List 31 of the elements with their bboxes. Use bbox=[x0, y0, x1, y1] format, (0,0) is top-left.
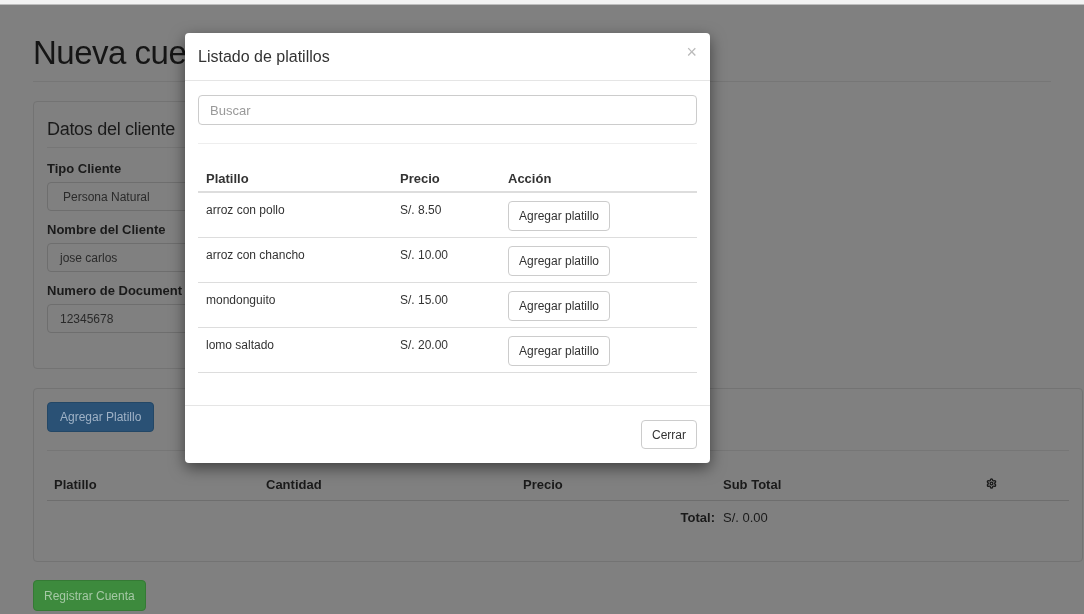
column-header: Sub Total bbox=[723, 476, 782, 492]
dish-price: S/. 15.00 bbox=[400, 293, 449, 307]
dish-name: arroz con pollo bbox=[206, 203, 285, 217]
add-dish-button[interactable]: Agregar platillo bbox=[508, 336, 611, 366]
close-dialog-button[interactable]: Cerrar bbox=[641, 420, 697, 449]
total-label: Total: bbox=[680, 509, 715, 528]
total-value: S/. 0.00 bbox=[723, 509, 768, 528]
field-label: Numero de Document bbox=[47, 282, 183, 299]
panel-title: Datos del cliente bbox=[47, 118, 175, 141]
add-dish-button[interactable]: Agregar platillo bbox=[508, 201, 611, 231]
column-header: Cantidad bbox=[266, 476, 322, 492]
column-header: Precio bbox=[400, 170, 440, 186]
search-field[interactable]: Buscar bbox=[198, 95, 697, 125]
modal-title: Listado de platillos bbox=[198, 46, 330, 67]
dish-price: S/. 8.50 bbox=[400, 203, 442, 217]
add-dish-button[interactable]: Agregar Platillo bbox=[47, 402, 155, 432]
field-label: Nombre del Cliente bbox=[47, 221, 166, 238]
dish-price: S/. 10.00 bbox=[400, 248, 449, 262]
column-header: Platillo bbox=[54, 476, 97, 492]
add-dish-button[interactable]: Agregar platillo bbox=[508, 291, 611, 321]
column-header: Acción bbox=[508, 170, 552, 186]
column-header: Platillo bbox=[206, 170, 249, 186]
dish-name: mondonguito bbox=[206, 293, 276, 307]
column-header: Precio bbox=[523, 476, 563, 492]
settings-icon[interactable] bbox=[986, 478, 997, 489]
dish-name: arroz con chancho bbox=[206, 248, 305, 262]
add-dish-button[interactable]: Agregar platillo bbox=[508, 246, 611, 276]
field-label: Tipo Cliente bbox=[47, 160, 122, 177]
dish-name: lomo saltado bbox=[206, 338, 275, 352]
page-title: Nueva cue bbox=[33, 33, 187, 73]
dish-price: S/. 20.00 bbox=[400, 338, 449, 352]
